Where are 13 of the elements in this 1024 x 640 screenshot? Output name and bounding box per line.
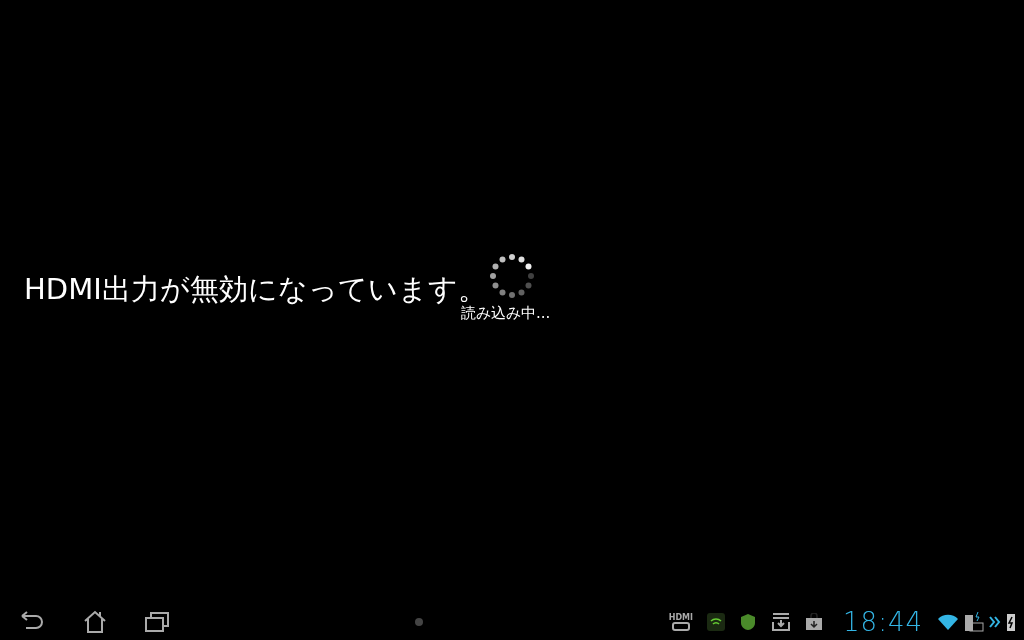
battery-charging-icon (1006, 612, 1016, 632)
page-dot-icon (414, 617, 425, 627)
download-tray-icon[interactable] (771, 612, 792, 632)
shield-icon[interactable] (707, 613, 726, 631)
recent-apps-icon[interactable] (144, 610, 170, 634)
home-icon[interactable] (82, 609, 108, 635)
chevron-icon (989, 615, 1001, 629)
shopping-bag-icon[interactable] (805, 613, 824, 631)
status-message: HDMI出力が無効になっています。 (24, 271, 487, 306)
loading-spinner-icon (487, 251, 537, 301)
clock-time: 18:44 (843, 607, 923, 637)
wifi-icon (937, 614, 959, 630)
loading-text: 読み込み中... (461, 304, 551, 323)
